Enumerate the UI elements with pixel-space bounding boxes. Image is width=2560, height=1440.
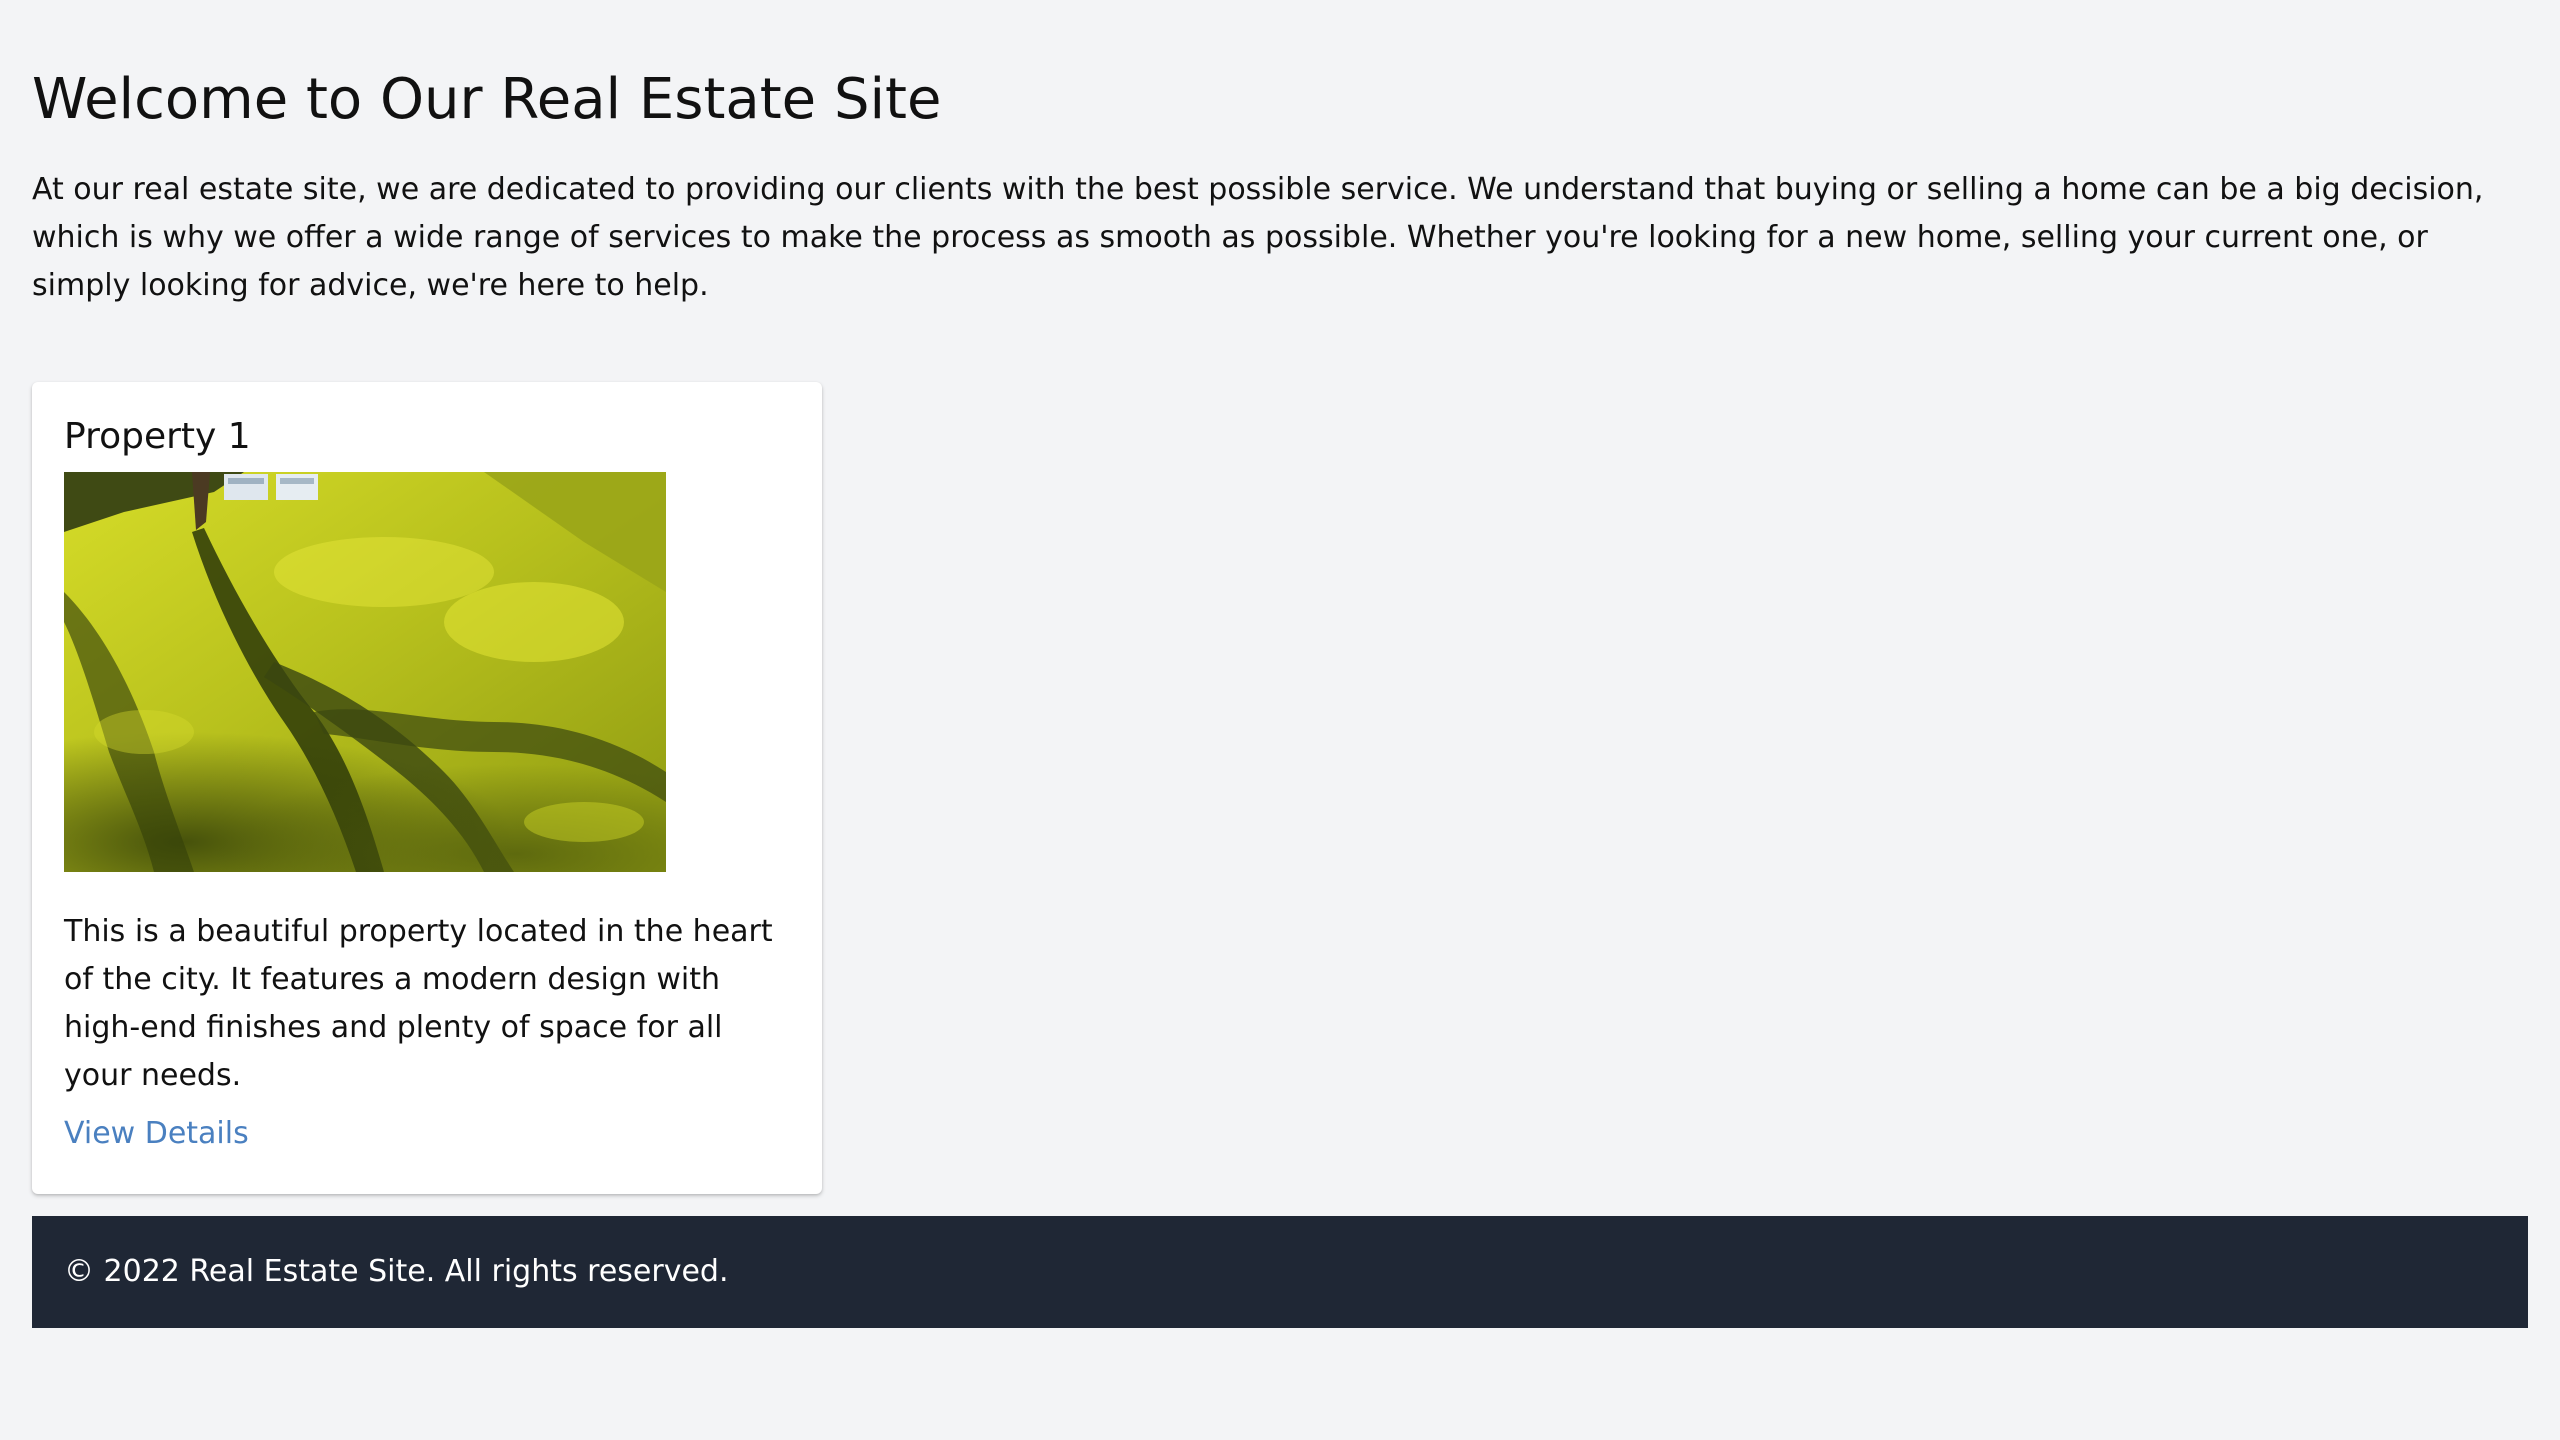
page: Welcome to Our Real Estate Site At our r… — [0, 0, 2560, 1440]
property-card: Property 1 This is a beautiful property … — [32, 382, 822, 1194]
property-description: This is a beautiful property located in … — [64, 914, 773, 1093]
property-title: Property 1 — [64, 416, 251, 457]
site-footer: © 2022 Real Estate Site. All rights rese… — [32, 1216, 2528, 1328]
intro-paragraph: At our real estate site, we are dedicate… — [32, 172, 2484, 303]
view-details-link[interactable]: View Details — [64, 1114, 249, 1154]
property-image — [64, 472, 666, 872]
page-title: Welcome to Our Real Estate Site — [32, 67, 942, 132]
footer-copyright: © 2022 Real Estate Site. All rights rese… — [64, 1254, 729, 1289]
